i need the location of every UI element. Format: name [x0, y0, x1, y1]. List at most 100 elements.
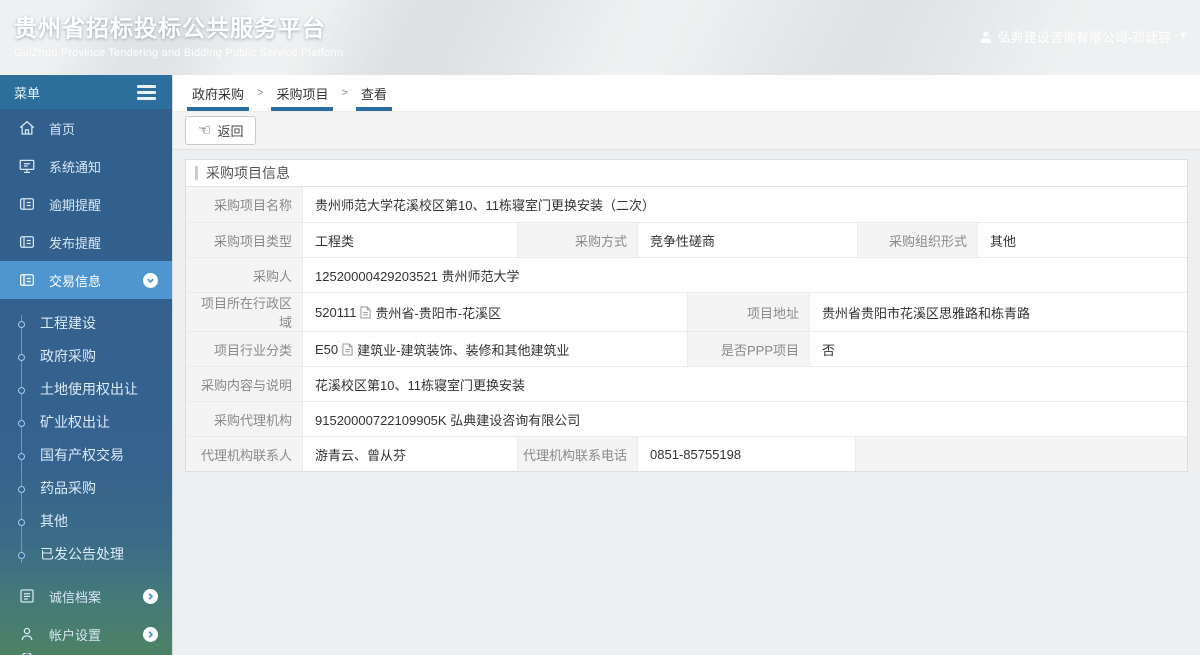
field-value: 0851-85755198	[637, 437, 855, 471]
field-label: 采购人	[186, 258, 302, 292]
trade-info-submenu: 工程建设 政府采购 土地使用权出让 矿业权出让 国有产权交易 药品采购 其他 已…	[0, 299, 172, 577]
field-value: 12520000429203521 贵州师范大学	[302, 258, 1187, 292]
panel-title: 采购项目信息	[206, 165, 290, 181]
breadcrumb-view[interactable]: 查看	[355, 75, 392, 111]
user-menu[interactable]: 弘典建设咨询有限公司-邓廷容 ▼	[979, 27, 1188, 46]
field-value: 竞争性磋商	[637, 223, 857, 257]
field-label: 采购组织形式	[857, 223, 977, 257]
monitor-icon	[18, 157, 36, 175]
submenu-item-drug-procurement[interactable]: 药品采购	[0, 472, 172, 505]
table-row: 采购内容与说明 花溪校区第10、11栋寝室门更换安装	[186, 366, 1187, 401]
field-value: 520111 贵州省-贵阳市-花溪区	[302, 293, 687, 331]
field-value: 花溪校区第10、11栋寝室门更换安装	[302, 367, 1187, 401]
chevron-right-icon	[143, 588, 158, 604]
empty-cell	[855, 437, 1187, 471]
user-icon	[979, 30, 993, 44]
sidebar-item-label: 帐户设置	[49, 627, 102, 643]
caret-down-icon: ▼	[1178, 31, 1188, 42]
table-row: 采购人 12520000429203521 贵州师范大学	[186, 257, 1187, 292]
sidebar-item-credit-archive[interactable]: 诚信档案	[0, 577, 172, 615]
home-icon	[18, 119, 36, 137]
field-label: 项目所在行政区域	[186, 293, 302, 331]
field-value: 否	[809, 332, 1187, 366]
sidebar-item-label: 交易信息	[49, 273, 102, 289]
field-value: E50 建筑业-建筑装饰、装修和其他建筑业	[302, 332, 687, 366]
chevron-down-icon	[143, 272, 158, 288]
field-label: 采购项目类型	[186, 223, 302, 257]
submenu-item-other[interactable]: 其他	[0, 505, 172, 538]
submenu-item-mining-rights[interactable]: 矿业权出让	[0, 406, 172, 439]
sidebar-item-account-settings[interactable]: 帐户设置	[0, 615, 172, 653]
chevron-right-icon	[143, 626, 158, 642]
region-code: 520111	[315, 304, 357, 320]
document-icon	[360, 305, 372, 319]
hamburger-icon[interactable]	[137, 84, 156, 100]
field-label: 项目地址	[687, 293, 809, 331]
industry-code: E50	[315, 341, 339, 357]
field-label: 代理机构联系电话	[517, 437, 637, 471]
brand: 贵州省招标投标公共服务平台 GuiZhou Province Tendering…	[14, 9, 344, 59]
field-label: 采购代理机构	[186, 402, 302, 436]
table-row: 采购项目名称 贵州师范大学花溪校区第10、11栋寝室门更换安装（二次）	[186, 187, 1187, 222]
submenu-item-state-property[interactable]: 国有产权交易	[0, 439, 172, 472]
sidebar-item-label: 诚信档案	[49, 589, 102, 605]
sidebar-item-overdue-reminder[interactable]: 逾期提醒	[0, 185, 172, 223]
toolbar: ☜ 返回	[173, 111, 1200, 150]
sidebar-item-home[interactable]: 首页	[0, 109, 172, 147]
table-row: 采购项目类型 工程类 采购方式 竞争性磋商 采购组织形式 其他	[186, 222, 1187, 257]
back-button[interactable]: ☜ 返回	[185, 116, 257, 145]
industry-text: 建筑业-建筑装饰、装修和其他建筑业	[357, 342, 570, 358]
sidebar-item-label: 发布提醒	[49, 235, 102, 251]
sidebar-item-label: 逾期提醒	[49, 197, 102, 213]
submenu-item-land-use[interactable]: 土地使用权出让	[0, 373, 172, 406]
breadcrumb-gov-procurement[interactable]: 政府采购	[187, 75, 250, 111]
sidebar-item-label: 首页	[49, 121, 76, 137]
table-row: 项目行业分类 E50 建筑业-建筑装饰、装修和其他建筑业 是否PPP项目 否	[186, 331, 1187, 366]
field-label: 采购方式	[517, 223, 637, 257]
breadcrumb-procurement-project[interactable]: 采购项目	[271, 75, 334, 111]
field-label: 代理机构联系人	[186, 437, 302, 471]
field-value: 贵州省贵阳市花溪区思雅路和栋青路	[809, 293, 1187, 331]
menu-title: 菜单	[14, 85, 41, 101]
sidebar-header: 菜单	[0, 75, 172, 109]
field-value: 游青云、曾从芬	[302, 437, 517, 471]
content-area: 采购项目信息 采购项目名称 贵州师范大学花溪校区第10、11栋寝室门更换安装（二…	[173, 150, 1200, 481]
field-label: 采购项目名称	[186, 187, 302, 222]
table-row: 代理机构联系人 游青云、曾从芬 代理机构联系电话 0851-85755198	[186, 436, 1187, 471]
notebook-icon	[18, 233, 36, 251]
app-title: 贵州省招标投标公共服务平台	[14, 15, 326, 41]
user-icon	[18, 625, 36, 643]
table-row: 项目所在行政区域 520111 贵州省-贵阳市-花溪区 项目地址 贵州省贵阳市花…	[186, 292, 1187, 331]
breadcrumb-separator: >	[341, 87, 348, 99]
field-value: 其他	[977, 223, 1187, 257]
main-area: 政府采购 > 采购项目 > 查看 ☜ 返回 采购项目信息 采购项目名称 贵州师范…	[172, 75, 1200, 655]
user-name: 弘典建设咨询有限公司-邓廷容	[997, 30, 1172, 45]
app-subtitle: GuiZhou Province Tendering and Bidding P…	[14, 47, 344, 59]
field-label: 是否PPP项目	[687, 332, 809, 366]
region-text: 贵州省-贵阳市-花溪区	[375, 305, 502, 321]
submenu-item-engineering[interactable]: 工程建设	[0, 307, 172, 340]
sidebar-item-publish-reminder[interactable]: 发布提醒	[0, 223, 172, 261]
breadcrumb-separator: >	[257, 87, 264, 99]
notebook-icon	[18, 195, 36, 213]
back-button-label: 返回	[217, 124, 244, 139]
sidebar-item-label: 系统通知	[49, 159, 102, 175]
field-label: 项目行业分类	[186, 332, 302, 366]
submenu-item-gov-procurement[interactable]: 政府采购	[0, 340, 172, 373]
table-row: 采购代理机构 91520000722109905K 弘典建设咨询有限公司	[186, 401, 1187, 436]
panel-title-row: 采购项目信息	[186, 160, 1187, 187]
document-icon	[342, 342, 353, 356]
submenu-item-published-notices[interactable]: 已发公告处理	[0, 538, 172, 571]
field-value: 工程类	[302, 223, 517, 257]
field-value: 91520000722109905K 弘典建设咨询有限公司	[302, 402, 1187, 436]
breadcrumb: 政府采购 > 采购项目 > 查看	[173, 75, 1200, 111]
sidebar-item-notifications[interactable]: 系统通知	[0, 147, 172, 185]
sidebar-item-trade-info[interactable]: 交易信息	[0, 261, 172, 299]
list-icon	[18, 587, 36, 605]
app-header: 贵州省招标投标公共服务平台 GuiZhou Province Tendering…	[0, 0, 1200, 75]
field-value: 贵州师范大学花溪校区第10、11栋寝室门更换安装（二次）	[302, 187, 1187, 222]
back-hand-icon: ☜	[198, 122, 212, 139]
notebook-icon	[18, 271, 36, 289]
field-label: 采购内容与说明	[186, 367, 302, 401]
title-bar-accent	[195, 166, 198, 180]
